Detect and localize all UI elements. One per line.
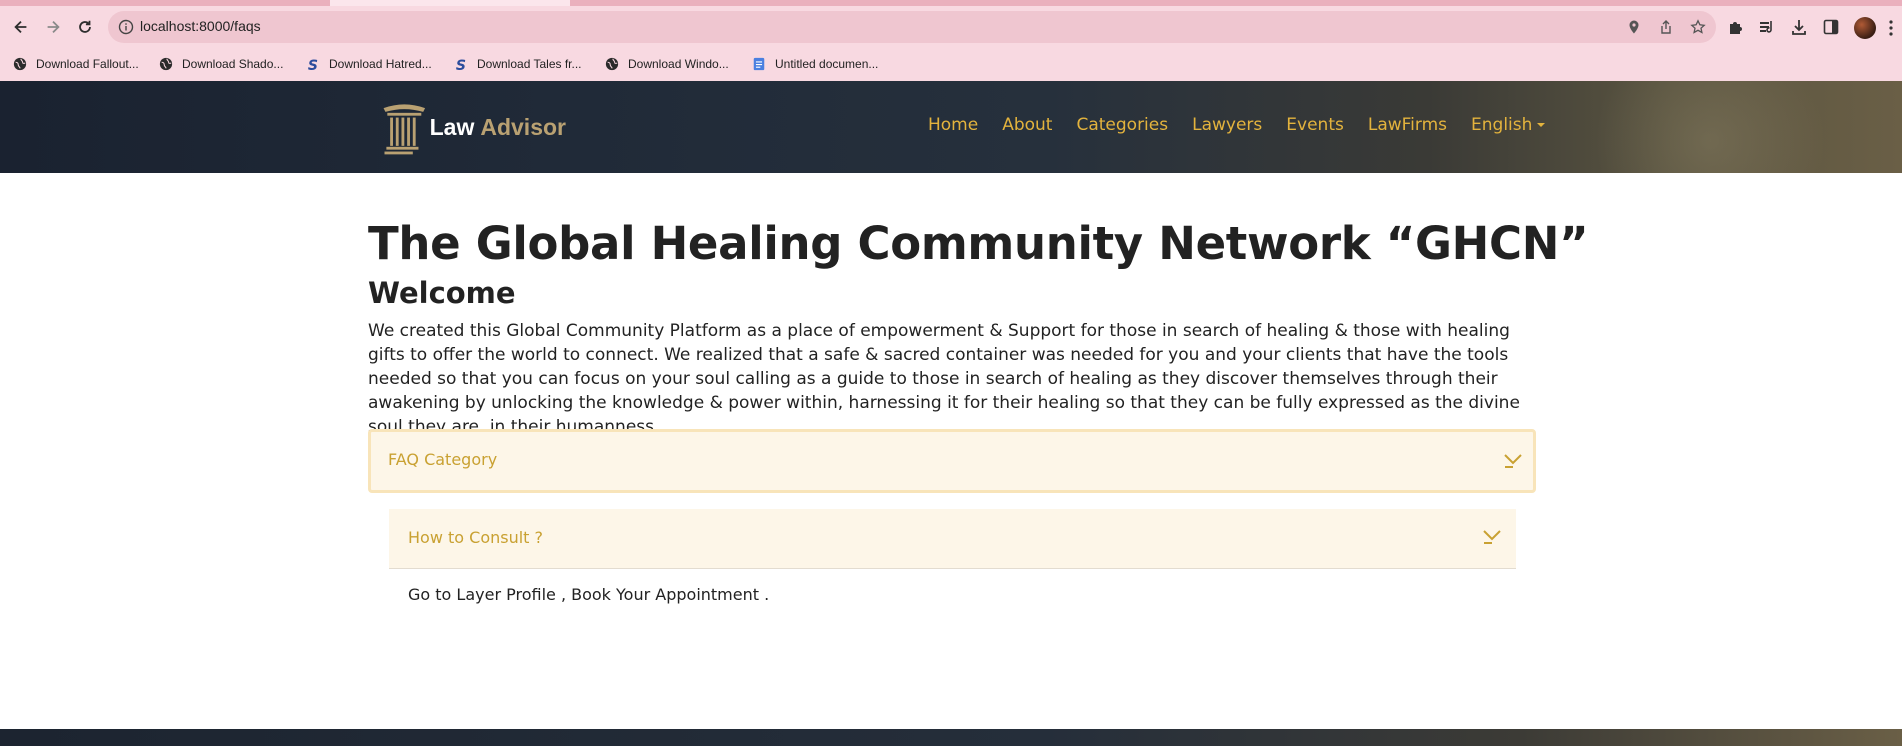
- bookmark-item[interactable]: S Download Tales fr...: [453, 53, 582, 75]
- browser-toolbar: localhost:8000/faqs: [0, 6, 1902, 48]
- nav-categories[interactable]: Categories: [1076, 115, 1168, 135]
- bookmark-label: Download Windo...: [628, 57, 729, 71]
- nav-lawyers[interactable]: Lawyers: [1192, 115, 1262, 135]
- forward-button[interactable]: [40, 14, 66, 40]
- svg-text:S: S: [307, 58, 317, 72]
- reload-icon: [79, 20, 91, 33]
- back-arrow-icon: [14, 20, 27, 34]
- svg-text:S: S: [455, 58, 465, 72]
- faq-question-label: How to Consult ?: [408, 528, 544, 547]
- site-footer: [0, 729, 1902, 746]
- bookmark-label: Download Fallout...: [36, 57, 139, 71]
- s-logo-icon: S: [305, 56, 321, 72]
- docs-icon: [751, 56, 767, 72]
- download-icon[interactable]: [1790, 18, 1808, 36]
- bookmark-item[interactable]: Untitled documen...: [751, 53, 878, 75]
- s-logo-icon: S: [453, 56, 469, 72]
- bookmark-item[interactable]: Download Windo...: [604, 53, 729, 75]
- nav-about[interactable]: About: [1002, 115, 1052, 135]
- bookmarks-bar: Download Fallout... Download Shado... S …: [0, 48, 1902, 81]
- page-subtitle: Welcome: [368, 276, 516, 310]
- nav-events[interactable]: Events: [1286, 115, 1344, 135]
- faq-category-label: FAQ Category: [388, 450, 498, 469]
- chevron-down-icon: [1503, 451, 1523, 469]
- globe-icon: [12, 56, 28, 72]
- caret-down-icon: [1537, 123, 1546, 127]
- bookmark-item[interactable]: Download Fallout...: [12, 53, 139, 75]
- url-text[interactable]: localhost:8000/faqs: [140, 18, 261, 34]
- intro-paragraph: We created this Global Community Platfor…: [368, 321, 1520, 437]
- location-pin-icon[interactable]: [1626, 19, 1642, 35]
- logo-text-advisor: Advisor: [480, 113, 566, 140]
- logo-text-law: Law: [429, 113, 475, 140]
- address-bar[interactable]: localhost:8000/faqs: [108, 11, 1716, 43]
- pillar-logo-icon: [383, 104, 426, 155]
- bookmark-label: Download Tales fr...: [477, 57, 582, 71]
- extensions-icon[interactable]: [1727, 18, 1745, 36]
- bookmark-label: Download Shado...: [182, 57, 284, 71]
- more-menu-icon[interactable]: [1888, 19, 1894, 37]
- header-background-ornament: [1580, 81, 1840, 173]
- bookmark-label: Untitled documen...: [775, 57, 879, 71]
- globe-icon: [158, 56, 174, 72]
- faq-answer-text: Go to Layer Profile , Book Your Appointm…: [408, 585, 770, 604]
- media-queue-icon[interactable]: [1758, 18, 1776, 36]
- site-header: Law Advisor Home About Categories Lawyer…: [0, 81, 1902, 173]
- chevron-down-icon: [1482, 527, 1502, 545]
- language-dropdown[interactable]: English: [1471, 115, 1546, 135]
- bookmark-label: Download Hatred...: [329, 57, 432, 71]
- back-button[interactable]: [8, 14, 34, 40]
- bookmark-star-icon[interactable]: [1690, 19, 1706, 35]
- faq-category-accordion[interactable]: FAQ Category: [368, 429, 1536, 493]
- site-logo[interactable]: Law Advisor: [376, 96, 566, 158]
- page-title: The Global Healing Community Network “GH…: [368, 217, 1589, 270]
- info-icon[interactable]: [118, 19, 134, 35]
- globe-icon: [604, 56, 620, 72]
- faq-question-accordion[interactable]: How to Consult ?: [389, 509, 1516, 569]
- nav-home[interactable]: Home: [928, 115, 978, 135]
- nav-lawfirms[interactable]: LawFirms: [1368, 115, 1447, 135]
- main-nav: Home About Categories Lawyers Events Law…: [928, 115, 1569, 135]
- side-panel-icon[interactable]: [1822, 18, 1840, 36]
- bookmark-item[interactable]: S Download Hatred...: [305, 53, 432, 75]
- share-icon[interactable]: [1658, 19, 1674, 35]
- profile-avatar[interactable]: [1854, 17, 1876, 39]
- forward-arrow-icon: [47, 20, 60, 34]
- reload-button[interactable]: [72, 14, 98, 40]
- language-label: English: [1471, 115, 1533, 135]
- bookmark-item[interactable]: Download Shado...: [158, 53, 283, 75]
